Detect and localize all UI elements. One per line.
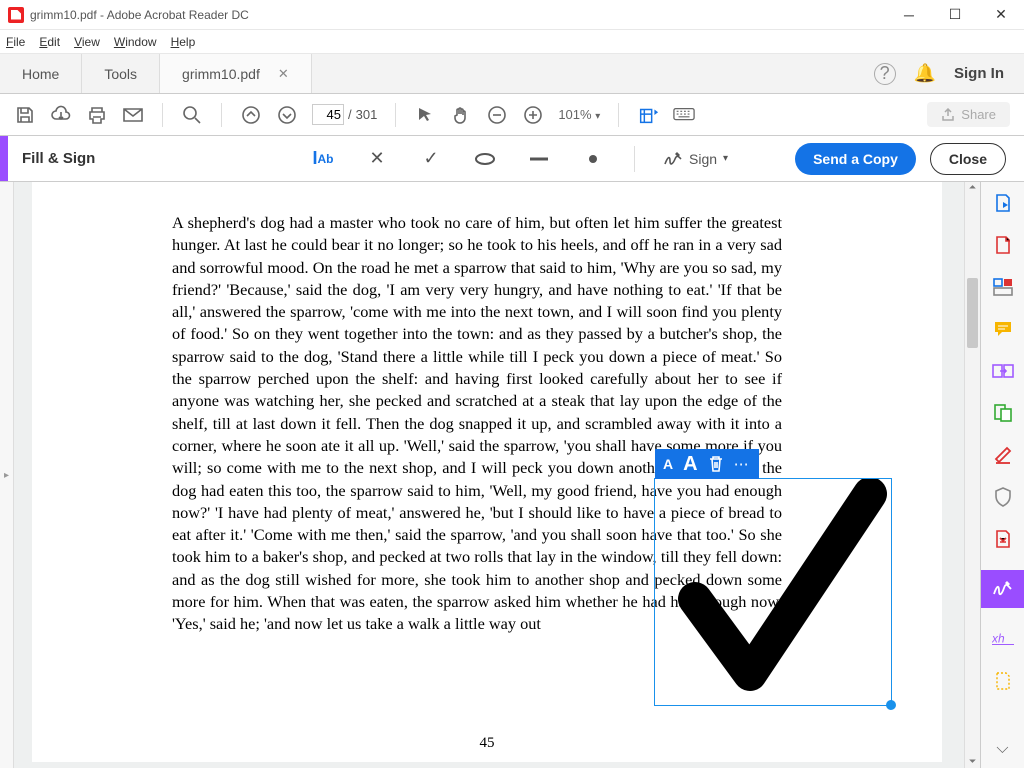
annotation-resize-handle[interactable] [886, 700, 896, 710]
keyboard-icon[interactable] [673, 104, 695, 126]
rail-collapse-icon[interactable]: ⌵ [992, 738, 1014, 760]
annot-decrease-size[interactable]: A [663, 456, 673, 472]
sign-in-link[interactable]: Sign In [954, 65, 1004, 82]
menu-help[interactable]: Help [171, 35, 196, 49]
document-page-number: 45 [32, 735, 942, 752]
annot-delete-icon[interactable] [708, 455, 724, 473]
main-toolbar: / 301 101% ▾ Share [0, 94, 1024, 136]
zoom-out-find-icon[interactable] [181, 104, 203, 126]
tool-sign[interactable]: Sign ▾ [663, 150, 728, 168]
rail-combine-icon[interactable] [992, 360, 1014, 382]
tab-close-icon[interactable]: ✕ [278, 66, 289, 82]
rail-protect-icon[interactable] [992, 486, 1014, 508]
rail-more-tools-icon[interactable] [992, 670, 1014, 692]
rail-sign-icon[interactable]: xh [992, 628, 1014, 650]
tab-home[interactable]: Home [0, 54, 82, 93]
page-total: 301 [356, 107, 378, 122]
annot-increase-size[interactable]: A [683, 453, 697, 476]
menu-window[interactable]: Window [114, 35, 157, 49]
close-window-button[interactable]: ✕ [978, 0, 1024, 30]
print-icon[interactable] [86, 104, 108, 126]
hand-icon[interactable] [450, 104, 472, 126]
tool-circle[interactable] [472, 146, 498, 172]
notifications-icon[interactable]: 🔔 [914, 63, 936, 84]
scrollbar-thumb[interactable] [967, 278, 978, 348]
titlebar: grimm10.pdf - Adobe Acrobat Reader DC ─ … [0, 0, 1024, 30]
tab-tools[interactable]: Tools [82, 54, 160, 93]
right-tool-rail: xh ⌵ [980, 182, 1024, 768]
save-icon[interactable] [14, 104, 36, 126]
zoom-level[interactable]: 101% ▾ [558, 107, 600, 122]
close-panel-button[interactable]: Close [930, 143, 1006, 175]
rail-edit-pdf-icon[interactable] [992, 276, 1014, 298]
app-icon [8, 7, 24, 23]
rail-organize-icon[interactable] [992, 402, 1014, 424]
help-icon[interactable]: ? [874, 63, 896, 85]
fit-width-icon[interactable] [637, 104, 659, 126]
tool-check[interactable]: ✓ [418, 146, 444, 172]
menu-edit[interactable]: Edit [39, 35, 60, 49]
menu-view[interactable]: View [74, 35, 100, 49]
annot-more-icon[interactable]: ⋯ [734, 455, 751, 473]
maximize-button[interactable]: ☐ [932, 0, 978, 30]
scroll-up-icon[interactable]: 🞁 [965, 184, 980, 195]
tool-line[interactable] [526, 146, 552, 172]
minimize-button[interactable]: ─ [886, 0, 932, 30]
content-area: ▸ A shepherd's dog had a master who took… [0, 182, 1024, 768]
zoom-out-icon[interactable] [486, 104, 508, 126]
tabbar: Home Tools grimm10.pdf ✕ ? 🔔 Sign In [0, 54, 1024, 94]
fill-sign-toolbar: Fill & Sign IAb ✕ ✓ Sign ▾ Send a Copy C… [0, 136, 1024, 182]
rail-create-pdf-icon[interactable] [992, 234, 1014, 256]
cloud-icon[interactable] [50, 104, 72, 126]
rail-export-icon[interactable] [992, 192, 1014, 214]
fill-sign-title: Fill & Sign [22, 150, 95, 167]
page-current-input[interactable] [312, 104, 344, 125]
menubar: File Edit View Window Help [0, 30, 1024, 54]
checkmark-icon [655, 479, 893, 707]
pointer-icon[interactable] [414, 104, 436, 126]
tool-cross[interactable]: ✕ [364, 146, 390, 172]
rail-fill-sign-icon[interactable] [981, 570, 1024, 608]
share-button[interactable]: Share [927, 102, 1010, 127]
page-down-icon[interactable] [276, 104, 298, 126]
annotation-checkmark[interactable]: A A ⋯ [654, 478, 892, 706]
page-indicator: / 301 [312, 104, 377, 125]
email-icon[interactable] [122, 104, 144, 126]
send-copy-button[interactable]: Send a Copy [795, 143, 916, 175]
document-viewport[interactable]: A shepherd's dog had a master who took n… [14, 182, 980, 768]
tab-document[interactable]: grimm10.pdf ✕ [160, 54, 312, 93]
fill-sign-accent [0, 136, 8, 181]
document-page: A shepherd's dog had a master who took n… [32, 182, 942, 762]
rail-redact-icon[interactable] [992, 444, 1014, 466]
rail-compress-icon[interactable] [992, 528, 1014, 550]
rail-comment-icon[interactable] [992, 318, 1014, 340]
left-panel-toggle[interactable]: ▸ [0, 182, 14, 768]
window-title: grimm10.pdf - Adobe Acrobat Reader DC [30, 8, 249, 22]
tool-add-text[interactable]: IAb [310, 146, 336, 172]
annotation-toolbar: A A ⋯ [655, 449, 759, 479]
tab-document-label: grimm10.pdf [182, 66, 260, 82]
vertical-scrollbar[interactable]: 🞁 🞃 [964, 182, 980, 768]
menu-file[interactable]: File [6, 35, 25, 49]
svg-text:xh: xh [992, 632, 1005, 646]
scroll-down-icon[interactable]: 🞃 [965, 755, 980, 766]
tool-dot[interactable] [580, 146, 606, 172]
page-up-icon[interactable] [240, 104, 262, 126]
zoom-in-icon[interactable] [522, 104, 544, 126]
